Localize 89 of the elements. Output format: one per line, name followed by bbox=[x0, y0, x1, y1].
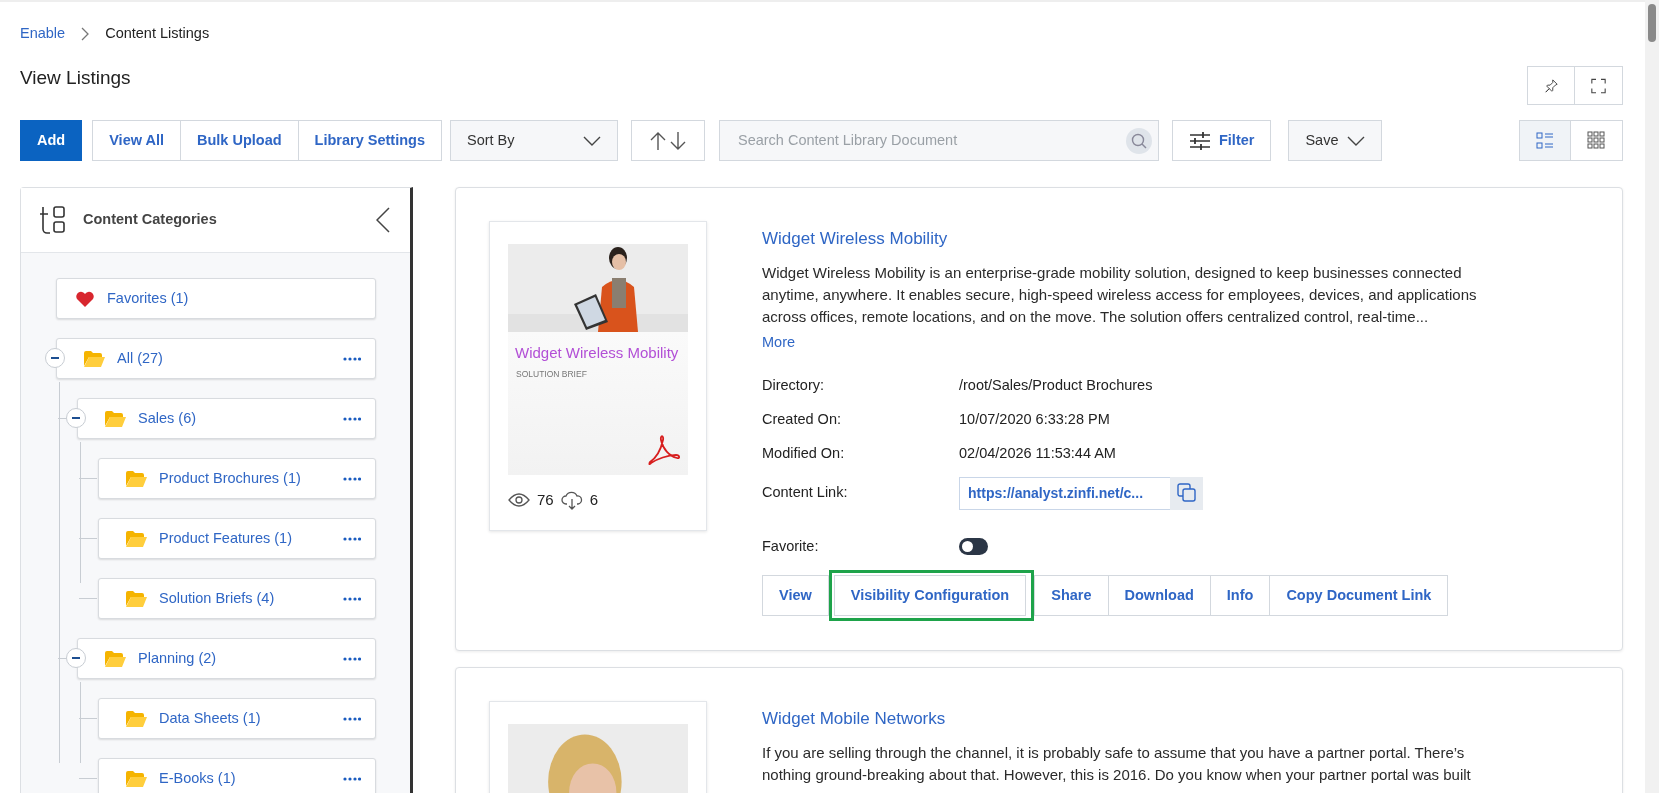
folder-icon bbox=[125, 589, 147, 608]
folder-item[interactable]: Sales (6) bbox=[77, 398, 376, 439]
eye-icon bbox=[508, 492, 530, 509]
filter-button[interactable]: Filter bbox=[1172, 120, 1272, 161]
action-button[interactable]: Share bbox=[1034, 575, 1109, 617]
more-dots-icon bbox=[343, 356, 361, 361]
copy-link-button[interactable] bbox=[1170, 476, 1203, 510]
chevron-down-icon bbox=[583, 135, 601, 146]
more-dots-icon bbox=[343, 776, 361, 781]
toolbar-button[interactable]: View All bbox=[92, 120, 181, 161]
action-button[interactable]: Info bbox=[1210, 575, 1271, 617]
folder-item[interactable]: All (27) bbox=[56, 338, 376, 379]
folder-icon bbox=[104, 409, 126, 428]
more-dots-icon bbox=[343, 536, 361, 541]
folder-icon bbox=[125, 469, 147, 488]
action-button[interactable]: Download bbox=[1108, 575, 1211, 617]
save-dropdown[interactable]: Save bbox=[1288, 120, 1382, 161]
detail-label: Created On: bbox=[762, 410, 842, 429]
listing-description: If you are selling through the channel, it is probably safe to assume that you have a partner portal. There’s nothing ground-breaking about that. However, this is 2016. Do you know when your partner portal was built bbox=[762, 742, 1472, 785]
detail-value: 10/07/2020 6:33:28 PM bbox=[959, 410, 1111, 429]
more-link[interactable]: More bbox=[762, 333, 796, 350]
listing-description: Widget Wireless Mobility is an enterprise-grade mobility solution, designed to keep businesses connected anytime, anywhere. It enables secure, high-speed wireless access for employees, devices, and applications across offices, remote locations, and on the move. The solution offers centralized control, real-time... bbox=[762, 262, 1478, 327]
cloud-download-icon bbox=[560, 490, 583, 511]
scrollbar[interactable] bbox=[1645, 0, 1659, 793]
pdf-icon bbox=[648, 435, 680, 465]
view-count: 76 bbox=[537, 490, 554, 510]
chevron-left-icon bbox=[376, 207, 390, 233]
fullscreen-icon bbox=[1591, 76, 1606, 95]
view-toggle-button[interactable] bbox=[1571, 120, 1623, 161]
folder-item[interactable]: Planning (2) bbox=[77, 638, 376, 679]
listing-title[interactable]: Widget Wireless Mobility bbox=[762, 229, 948, 248]
view-toggle-button[interactable] bbox=[1519, 120, 1571, 161]
more-dots-icon bbox=[343, 476, 361, 481]
breadcrumb-current: Content Listings bbox=[105, 24, 210, 44]
chevron-right-icon bbox=[81, 27, 90, 41]
search-input[interactable]: Search Content Library Document bbox=[736, 128, 1126, 153]
folder-icon bbox=[104, 649, 126, 668]
more-dots-icon bbox=[343, 716, 361, 721]
folder-item[interactable]: Solution Briefs (4) bbox=[98, 578, 376, 619]
toolbar-button[interactable]: Library Settings bbox=[298, 120, 442, 161]
page-title: View Listings bbox=[20, 66, 131, 90]
sort-order-button[interactable] bbox=[631, 120, 705, 161]
detail-value: 02/04/2026 11:53:44 AM bbox=[959, 443, 1117, 463]
detail-value: /root/Sales/Product Brochures bbox=[959, 376, 1154, 396]
heart-icon bbox=[75, 289, 95, 308]
detail-label: Modified On: bbox=[762, 443, 846, 463]
sort-arrows-icon bbox=[648, 130, 688, 151]
list-view-icon bbox=[1536, 131, 1554, 150]
collapse-toggle[interactable] bbox=[66, 648, 86, 668]
detail-label: Content Link: bbox=[762, 483, 849, 503]
tags-logo-icon bbox=[39, 206, 65, 234]
folder-item[interactable]: Data Sheets (1) bbox=[98, 698, 376, 739]
pin-icon bbox=[1544, 77, 1558, 94]
download-count: 6 bbox=[589, 490, 599, 510]
listing-title[interactable]: Widget Mobile Networks bbox=[762, 709, 946, 729]
search-field[interactable]: Search Content Library Document bbox=[719, 120, 1159, 161]
content-link[interactable]: https://analyst.zinfi.net/c... bbox=[959, 476, 1170, 510]
detail-label: Favorite: bbox=[762, 536, 820, 556]
sliders-icon bbox=[1189, 131, 1211, 150]
chevron-down-icon bbox=[1346, 135, 1365, 146]
search-icon bbox=[1131, 132, 1147, 149]
thumbnail-title: Widget Wireless Mobility bbox=[514, 343, 680, 362]
folder-item[interactable]: E-Books (1) bbox=[98, 758, 376, 793]
toolbar-button[interactable]: Bulk Upload bbox=[181, 120, 299, 161]
collapse-panel-button[interactable] bbox=[376, 207, 390, 233]
more-dots-icon bbox=[343, 656, 361, 661]
favorites-item[interactable]: Favorites (1) bbox=[56, 278, 376, 319]
more-dots-icon bbox=[343, 596, 361, 601]
folder-icon bbox=[83, 349, 105, 368]
action-button[interactable]: Copy Document Link bbox=[1270, 575, 1449, 617]
add-button[interactable]: Add bbox=[20, 120, 83, 161]
detail-label: Directory: bbox=[762, 376, 826, 396]
action-button[interactable]: Visibility Configuration bbox=[833, 575, 1027, 617]
grid-view-icon bbox=[1587, 131, 1606, 150]
folder-icon bbox=[125, 529, 147, 548]
collapse-toggle[interactable] bbox=[45, 348, 65, 368]
favorite-toggle[interactable] bbox=[959, 537, 988, 555]
folder-item[interactable]: Product Brochures (1) bbox=[98, 458, 376, 499]
folder-icon bbox=[125, 709, 147, 728]
folder-icon bbox=[125, 769, 147, 788]
collapse-toggle[interactable] bbox=[66, 408, 86, 428]
folder-item[interactable]: Product Features (1) bbox=[98, 518, 376, 559]
more-dots-icon bbox=[343, 416, 361, 421]
breadcrumb-link[interactable]: Enable bbox=[20, 23, 66, 45]
sort-dropdown[interactable]: Sort By bbox=[450, 120, 618, 161]
thumbnail-subtitle: SOLUTION BRIEF bbox=[515, 368, 588, 381]
action-button[interactable]: View bbox=[762, 575, 829, 617]
copy-icon bbox=[1176, 483, 1197, 503]
panel-title: Content Categories bbox=[83, 210, 218, 230]
